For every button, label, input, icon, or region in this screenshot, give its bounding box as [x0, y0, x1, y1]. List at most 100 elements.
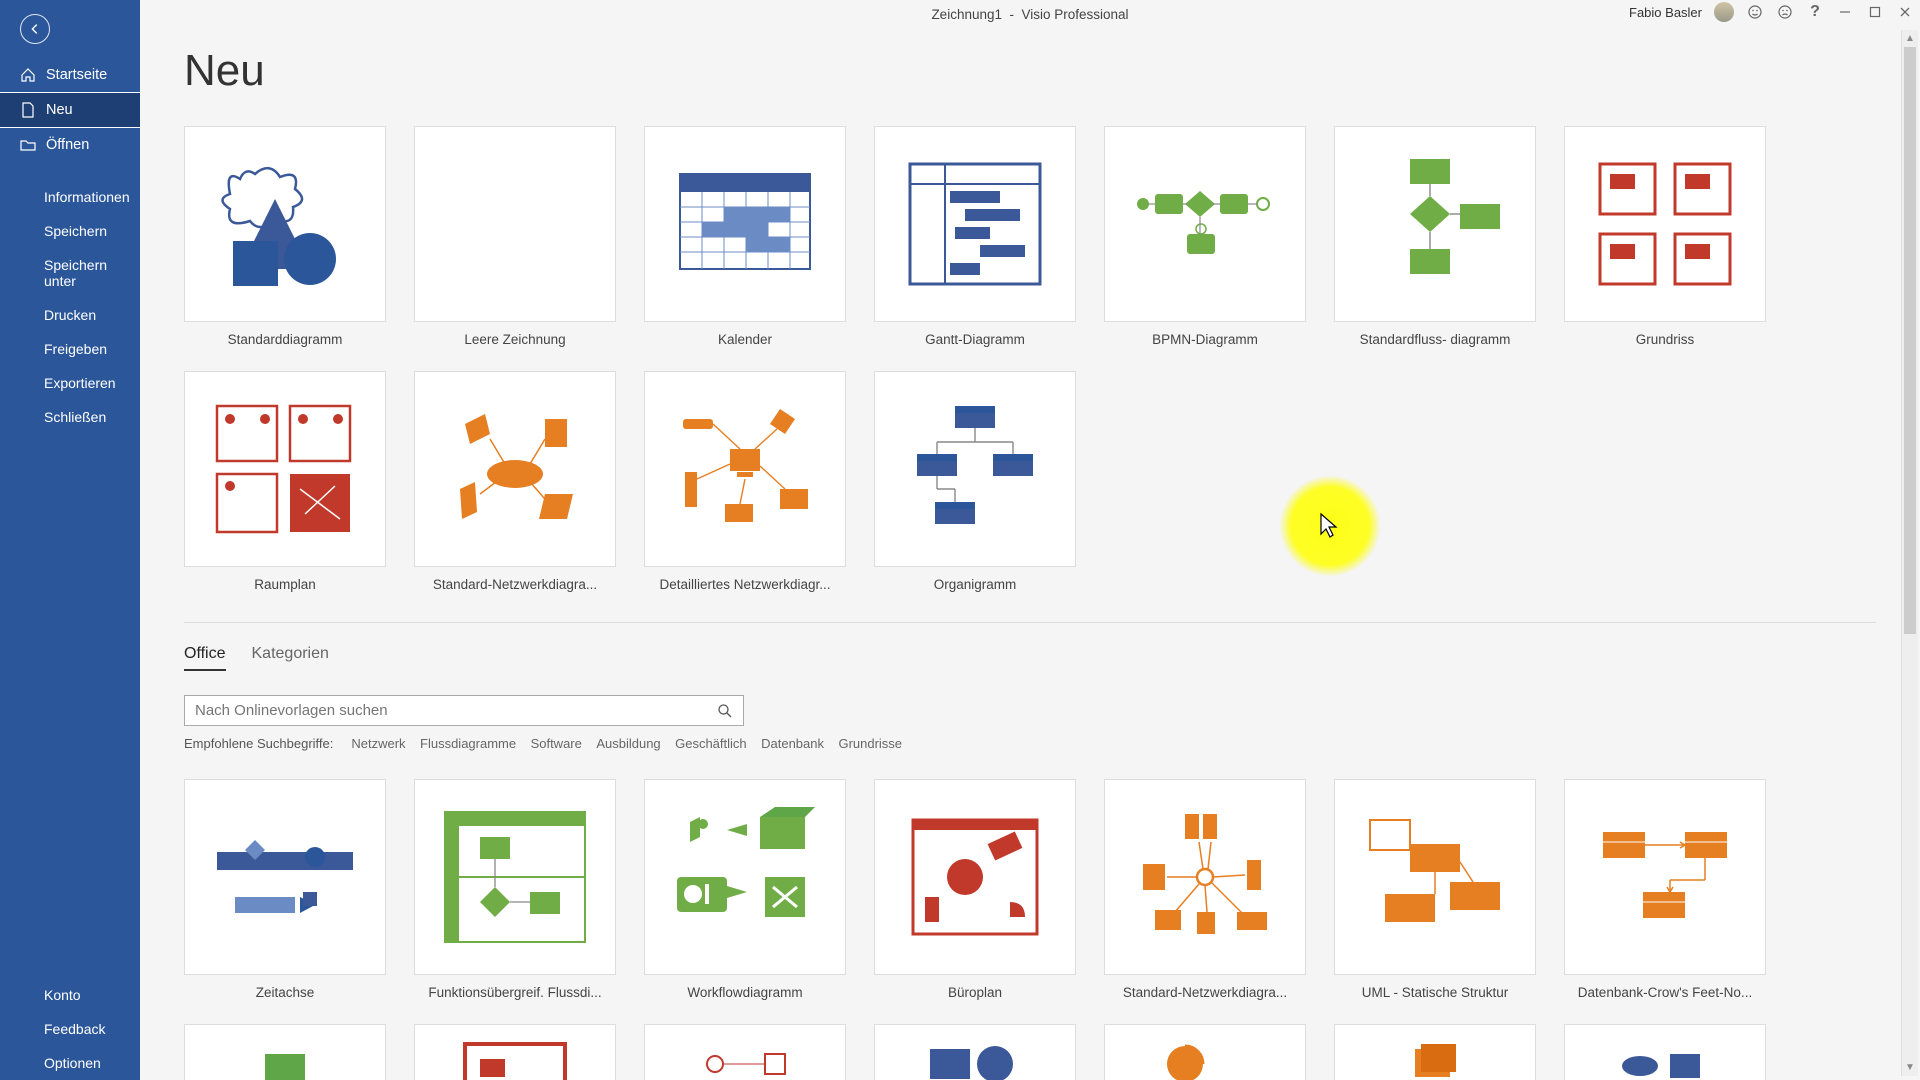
template-thumbnail [1104, 779, 1306, 975]
template-tile[interactable]: Standard-Netzwerkdiagra... [1104, 779, 1306, 1000]
scroll-down-icon[interactable]: ▼ [1902, 1059, 1918, 1076]
template-label: Organigramm [934, 577, 1017, 592]
template-tile[interactable] [1104, 1024, 1306, 1080]
template-tile[interactable] [184, 1024, 386, 1080]
scroll-thumb[interactable] [1904, 47, 1916, 634]
template-tile[interactable]: Detailliertes Netzwerkdiagr... [644, 371, 846, 592]
template-tile[interactable]: Standardfluss- diagramm [1334, 126, 1536, 347]
content-scroll: Neu Standarddiagramm Leere Zeichnung Kale… [140, 28, 1920, 1080]
template-label: Funktionsübergreif. Flussdi... [428, 985, 601, 1000]
template-thumbnail [1564, 779, 1766, 975]
template-tile[interactable]: Funktionsübergreif. Flussdi... [414, 779, 616, 1000]
sidebar-item-home[interactable]: Startseite [0, 58, 140, 92]
template-thumbnail [1334, 779, 1536, 975]
search-input[interactable] [195, 702, 717, 719]
sidebar-item-account[interactable]: Konto [0, 978, 140, 1012]
sidebar-item-save[interactable]: Speichern [0, 214, 140, 248]
suggest-term[interactable]: Datenbank [761, 736, 824, 751]
sidebar-item-label: Optionen [44, 1055, 101, 1071]
user-avatar-icon[interactable] [1714, 2, 1734, 22]
section-divider [184, 622, 1876, 623]
template-tile[interactable]: UML - Statische Struktur [1334, 779, 1536, 1000]
sidebar-item-feedback[interactable]: Feedback [0, 1012, 140, 1046]
tab-categories[interactable]: Kategorien [252, 645, 329, 671]
template-label: BPMN-Diagramm [1152, 332, 1258, 347]
sidebar-item-print[interactable]: Drucken [0, 298, 140, 332]
template-label: Gantt-Diagramm [925, 332, 1025, 347]
template-label: Büroplan [948, 985, 1002, 1000]
maximize-icon[interactable] [1866, 3, 1884, 21]
sidebar-item-label: Drucken [44, 307, 96, 323]
template-label: Detailliertes Netzwerkdiagr... [659, 577, 830, 592]
help-icon[interactable]: ? [1806, 3, 1824, 21]
window-title: Zeichnung1 - Visio Professional [931, 7, 1128, 22]
search-icon[interactable] [717, 703, 733, 719]
tab-office[interactable]: Office [184, 645, 226, 671]
template-tile[interactable] [414, 1024, 616, 1080]
vertical-scrollbar[interactable]: ▲ ▼ [1901, 30, 1918, 1076]
backstage-sidebar: Startseite Neu Öffnen Informationen Spei… [0, 0, 140, 1080]
sidebar-item-open[interactable]: Öffnen [0, 128, 140, 162]
user-name[interactable]: Fabio Basler [1629, 5, 1702, 20]
main-area: Zeichnung1 - Visio Professional Fabio Ba… [140, 0, 1920, 1080]
template-label: Standarddiagramm [228, 332, 343, 347]
scroll-up-icon[interactable]: ▲ [1902, 30, 1918, 47]
template-tile[interactable] [874, 1024, 1076, 1080]
template-label: Standard-Netzwerkdiagra... [1123, 985, 1287, 1000]
app-name: Visio Professional [1022, 7, 1129, 22]
suggest-label: Empfohlene Suchbegriffe: [184, 736, 333, 751]
template-tile[interactable]: Standard-Netzwerkdiagra... [414, 371, 616, 592]
template-tile[interactable] [1334, 1024, 1536, 1080]
back-arrow-icon [20, 14, 50, 44]
smiley-icon[interactable] [1746, 3, 1764, 21]
template-tile[interactable]: Zeitachse [184, 779, 386, 1000]
suggest-term[interactable]: Ausbildung [596, 736, 660, 751]
sidebar-item-options[interactable]: Optionen [0, 1046, 140, 1080]
suggest-term[interactable]: Grundrisse [838, 736, 902, 751]
template-thumbnail [414, 371, 616, 567]
template-tile[interactable]: BPMN-Diagramm [1104, 126, 1306, 347]
sidebar-item-label: Öffnen [46, 137, 89, 153]
suggest-term[interactable]: Geschäftlich [675, 736, 747, 751]
template-thumbnail [874, 126, 1076, 322]
template-label: Kalender [718, 332, 772, 347]
template-tile[interactable]: Kalender [644, 126, 846, 347]
sidebar-item-save-as[interactable]: Speichern unter [0, 248, 140, 298]
page-title: Neu [184, 46, 1876, 96]
sidebar-item-close[interactable]: Schließen [0, 400, 140, 434]
template-tile[interactable]: Büroplan [874, 779, 1076, 1000]
doc-title: Zeichnung1 [931, 7, 1002, 22]
template-label: Workflowdiagramm [687, 985, 802, 1000]
sidebar-item-label: Speichern [44, 223, 107, 239]
template-tile[interactable] [1564, 1024, 1766, 1080]
template-label: UML - Statische Struktur [1362, 985, 1509, 1000]
template-tile[interactable]: Standarddiagramm [184, 126, 386, 347]
template-tile[interactable]: Leere Zeichnung [414, 126, 616, 347]
template-tile[interactable]: Workflowdiagramm [644, 779, 846, 1000]
template-tile[interactable]: Datenbank-Crow's Feet-No... [1564, 779, 1766, 1000]
minimize-icon[interactable] [1836, 3, 1854, 21]
template-tile[interactable]: Raumplan [184, 371, 386, 592]
template-tile[interactable]: Gantt-Diagramm [874, 126, 1076, 347]
sidebar-item-export[interactable]: Exportieren [0, 366, 140, 400]
sidebar-item-info[interactable]: Informationen [0, 180, 140, 214]
sidebar-item-new[interactable]: Neu [0, 92, 141, 128]
suggest-term[interactable]: Netzwerk [351, 736, 405, 751]
sidebar-item-label: Neu [46, 102, 73, 118]
template-label: Grundriss [1636, 332, 1695, 347]
back-button[interactable] [0, 0, 140, 58]
template-tile[interactable] [644, 1024, 846, 1080]
sad-face-icon[interactable] [1776, 3, 1794, 21]
search-box[interactable] [184, 695, 744, 726]
template-thumbnail [414, 126, 616, 322]
close-icon[interactable] [1896, 3, 1914, 21]
template-label: Zeitachse [256, 985, 315, 1000]
sidebar-item-share[interactable]: Freigeben [0, 332, 140, 366]
suggest-term[interactable]: Flussdiagramme [420, 736, 516, 751]
online-templates-grid: Zeitachse Funktionsübergreif. Flussdi...… [184, 779, 1876, 1000]
template-tile[interactable]: Organigramm [874, 371, 1076, 592]
suggest-term[interactable]: Software [531, 736, 582, 751]
template-label: Leere Zeichnung [464, 332, 565, 347]
template-tile[interactable]: Grundriss [1564, 126, 1766, 347]
suggested-searches: Empfohlene Suchbegriffe: Netzwerk Flussd… [184, 736, 1876, 751]
